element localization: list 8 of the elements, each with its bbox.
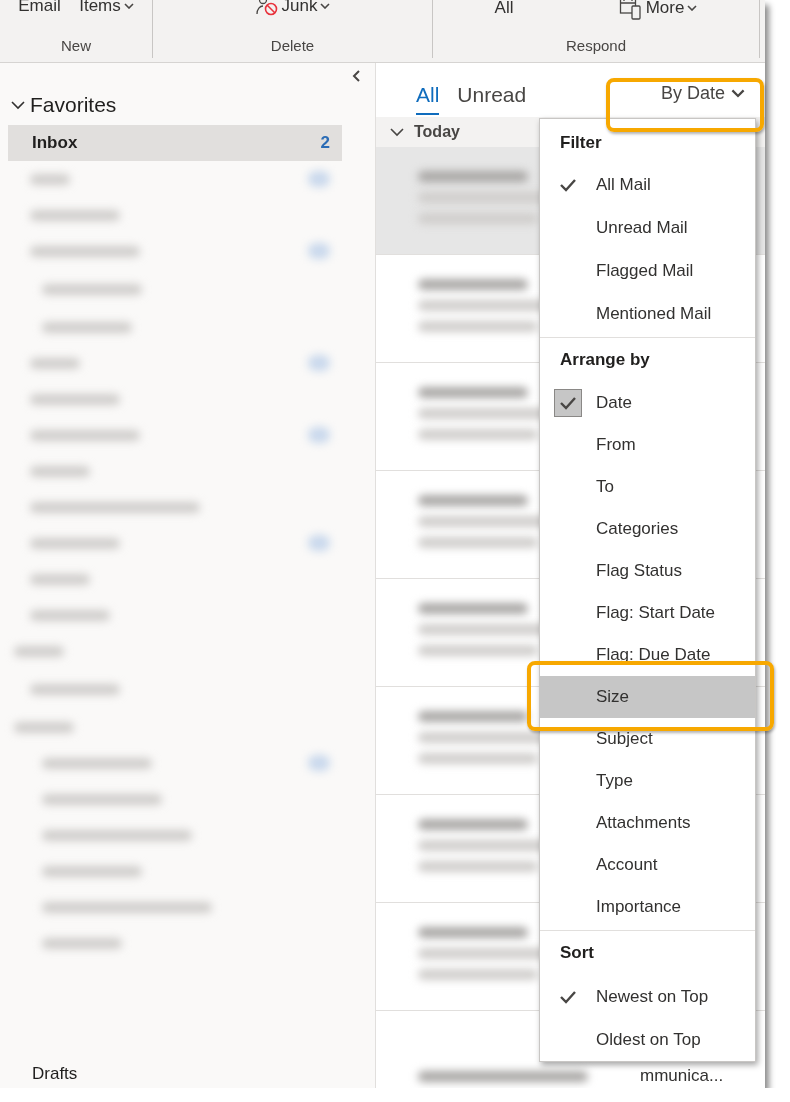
- message-subject: mmunica...: [640, 1067, 724, 1085]
- menu-section-title: Sort: [559, 942, 595, 964]
- group-label: Delete: [270, 37, 315, 54]
- unread-count: 2: [320, 133, 330, 153]
- menu-section-title: Arrange by: [559, 349, 651, 371]
- group-label: Respond: [565, 37, 626, 54]
- group-label: New: [61, 37, 91, 54]
- menu-section-title: Filter: [559, 132, 603, 154]
